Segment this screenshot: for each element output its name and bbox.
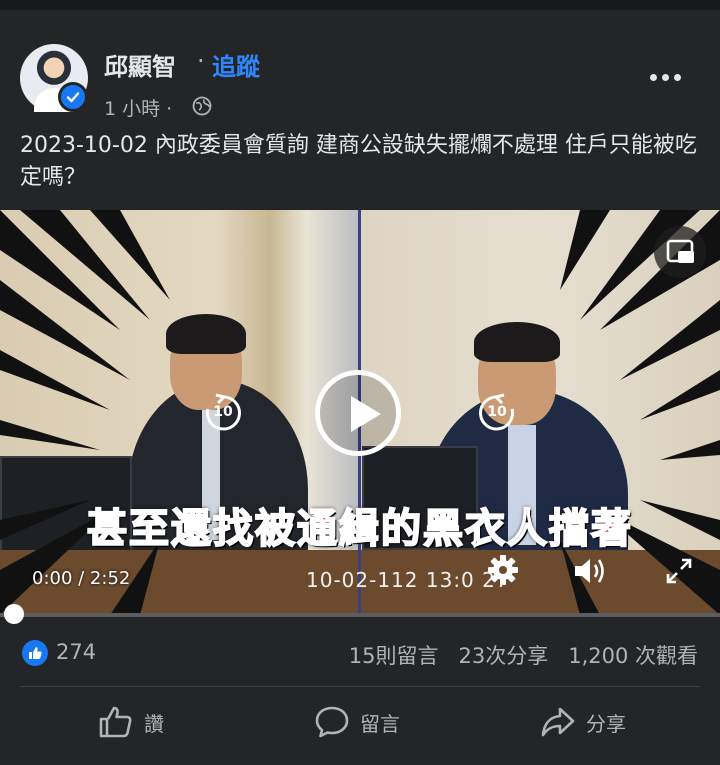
like-button-label: 讚 <box>144 711 164 736</box>
comment-count[interactable]: 15則留言 <box>349 640 439 670</box>
view-count: 1,200 次觀看 <box>568 644 698 668</box>
volume-icon[interactable] <box>572 554 612 588</box>
video-subtitle: 甚至還找被通緝的黑衣人擋著 <box>40 496 680 554</box>
rewind-10-label: 10 <box>213 404 233 420</box>
globe-icon <box>192 96 212 120</box>
video-progress-track[interactable] <box>0 613 720 617</box>
rewind-10-icon[interactable]: 10 <box>202 392 244 434</box>
pip-icon[interactable] <box>654 226 706 278</box>
share-button[interactable]: 分享 <box>540 700 626 744</box>
share-arrow-icon <box>541 707 575 737</box>
subtitle-red-part-2: 擋著 <box>548 505 633 553</box>
post-timestamp[interactable]: 1 小時 · <box>104 94 172 121</box>
speaker-left-hair <box>166 314 246 354</box>
like-count[interactable]: 274 <box>56 640 96 664</box>
speaker-right-hair <box>474 322 560 362</box>
divider <box>20 686 700 687</box>
like-button[interactable]: 讚 <box>98 700 164 744</box>
broadcast-timestamp: 10-02-112 13:0 27 <box>306 568 510 592</box>
video-time: 0:00 / 2:52 <box>32 568 131 589</box>
thumbs-up-icon <box>99 706 132 738</box>
author-name[interactable]: 邱顯智 <box>104 47 176 82</box>
comment-bubble-icon <box>315 706 349 738</box>
fullscreen-icon[interactable] <box>664 556 694 586</box>
forward-10-icon[interactable]: 10 <box>476 392 518 434</box>
video-progress-knob[interactable] <box>4 604 24 624</box>
name-separator: · <box>197 47 205 75</box>
engagement-stats: 15則留言 23次分享 1,200 次觀看 <box>349 640 698 670</box>
subtitle-red-part: 甚至還找被通緝的 <box>86 505 423 553</box>
share-button-label: 分享 <box>586 711 626 736</box>
subtitle-black-part: 黑衣人 <box>422 505 549 553</box>
post-caption: 2023-10-02 內政委員會質詢 建商公設缺失擺爛不處理 住戶只能被吃定嗎？ <box>20 133 697 190</box>
comment-button-label: 留言 <box>360 711 400 736</box>
top-band <box>0 0 720 10</box>
comment-button[interactable]: 留言 <box>314 700 400 744</box>
more-options-icon[interactable] <box>650 66 684 88</box>
forward-10-label: 10 <box>487 404 507 420</box>
video-player[interactable]: 10 10 甚至還找被通緝的黑衣人擋著 0:00 / 2:52 10-02-11… <box>0 210 720 615</box>
share-count[interactable]: 23次分享 <box>458 640 548 670</box>
settings-gear-icon[interactable] <box>485 552 521 588</box>
play-icon <box>351 396 381 432</box>
play-button[interactable] <box>315 370 401 456</box>
follow-button[interactable]: 追蹤 <box>212 47 260 82</box>
verified-badge-icon <box>58 82 88 112</box>
like-reaction-icon <box>22 640 48 666</box>
